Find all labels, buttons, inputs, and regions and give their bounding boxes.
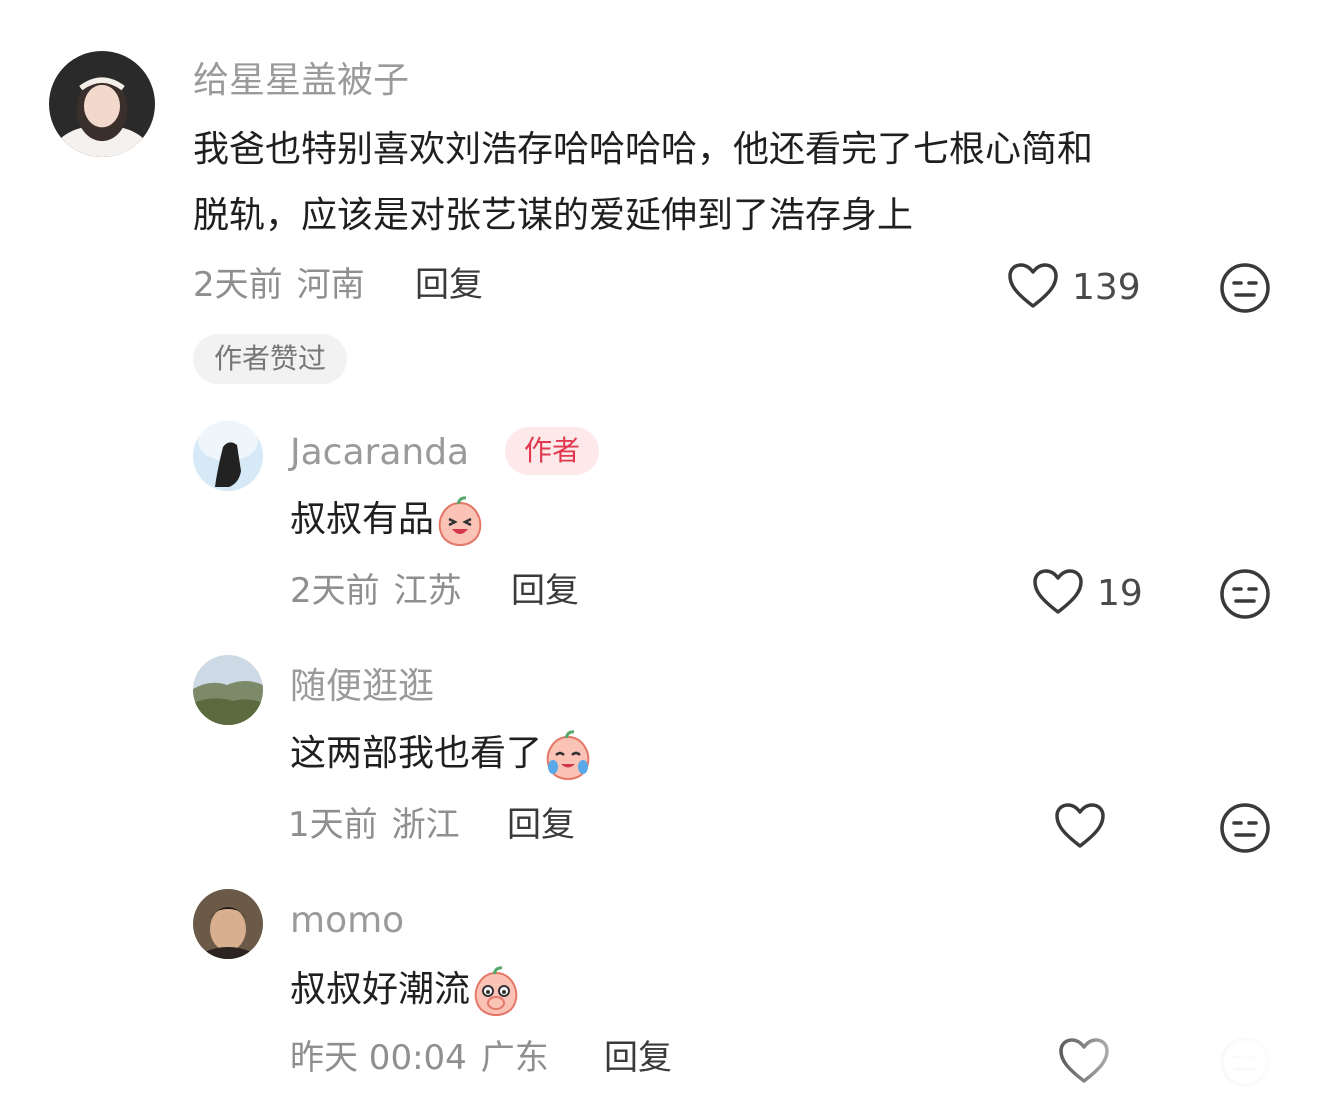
meh-face-icon[interactable]: [1219, 262, 1271, 314]
author-badge: 作者: [505, 427, 599, 475]
timestamp: 1天前: [288, 805, 378, 845]
like-count: 139: [1072, 267, 1141, 308]
like-count: 19: [1097, 573, 1143, 614]
username[interactable]: 给星星盖被子: [193, 56, 409, 106]
author-liked-tag: 作者赞过: [193, 334, 347, 384]
smirking-peach-emoji: [470, 965, 522, 1017]
avatar[interactable]: [193, 421, 263, 491]
comment-meta: 2天前 河南: [193, 261, 365, 309]
heart-outline-icon[interactable]: [1006, 261, 1060, 311]
timestamp: 2天前: [290, 571, 380, 611]
comment-text: 脱轨，应该是对张艺谋的爱延伸到了浩存身上: [193, 195, 914, 236]
username[interactable]: Jacaranda: [290, 428, 469, 478]
laughing-peach-emoji: [434, 495, 486, 547]
username[interactable]: momo: [290, 896, 404, 946]
bottom-right-fade-overlay: [1040, 1028, 1320, 1106]
heart-outline-icon[interactable]: [1031, 567, 1085, 617]
meh-face-icon[interactable]: [1219, 802, 1271, 854]
reply-button[interactable]: 回复: [415, 261, 483, 309]
reply-button[interactable]: 回复: [511, 567, 579, 615]
location: 广东: [480, 1038, 549, 1078]
avatar[interactable]: [193, 889, 263, 959]
meh-face-icon[interactable]: [1219, 568, 1271, 620]
avatar[interactable]: [49, 51, 155, 157]
comment-text-body: 叔叔好潮流: [290, 969, 471, 1010]
comment-text: 这两部我也看了: [290, 726, 594, 782]
crying-peach-emoji: [542, 729, 594, 781]
comment-meta: 昨天 00:04 广东: [290, 1034, 549, 1082]
comment-meta: 1天前 浙江: [288, 801, 460, 849]
timestamp: 2天前: [193, 265, 283, 305]
comment-text: 叔叔有品: [290, 492, 486, 548]
heart-outline-icon[interactable]: [1053, 801, 1107, 851]
comment-text-body: 叔叔有品: [290, 499, 435, 540]
timestamp: 昨天 00:04: [290, 1038, 467, 1078]
comment-text-body: 这两部我也看了: [290, 733, 543, 774]
reply-button[interactable]: 回复: [507, 801, 575, 849]
comment-text: 叔叔好潮流: [290, 962, 522, 1018]
location: 江苏: [393, 571, 462, 611]
location: 河南: [296, 265, 365, 305]
reply-button[interactable]: 回复: [604, 1034, 672, 1082]
comment-meta: 2天前 江苏: [290, 567, 462, 615]
username[interactable]: 随便逛逛: [290, 662, 434, 712]
avatar[interactable]: [193, 655, 263, 725]
location: 浙江: [391, 805, 460, 845]
comment-text: 我爸也特别喜欢刘浩存哈哈哈哈，他还看完了七根心简和: [193, 129, 1094, 170]
